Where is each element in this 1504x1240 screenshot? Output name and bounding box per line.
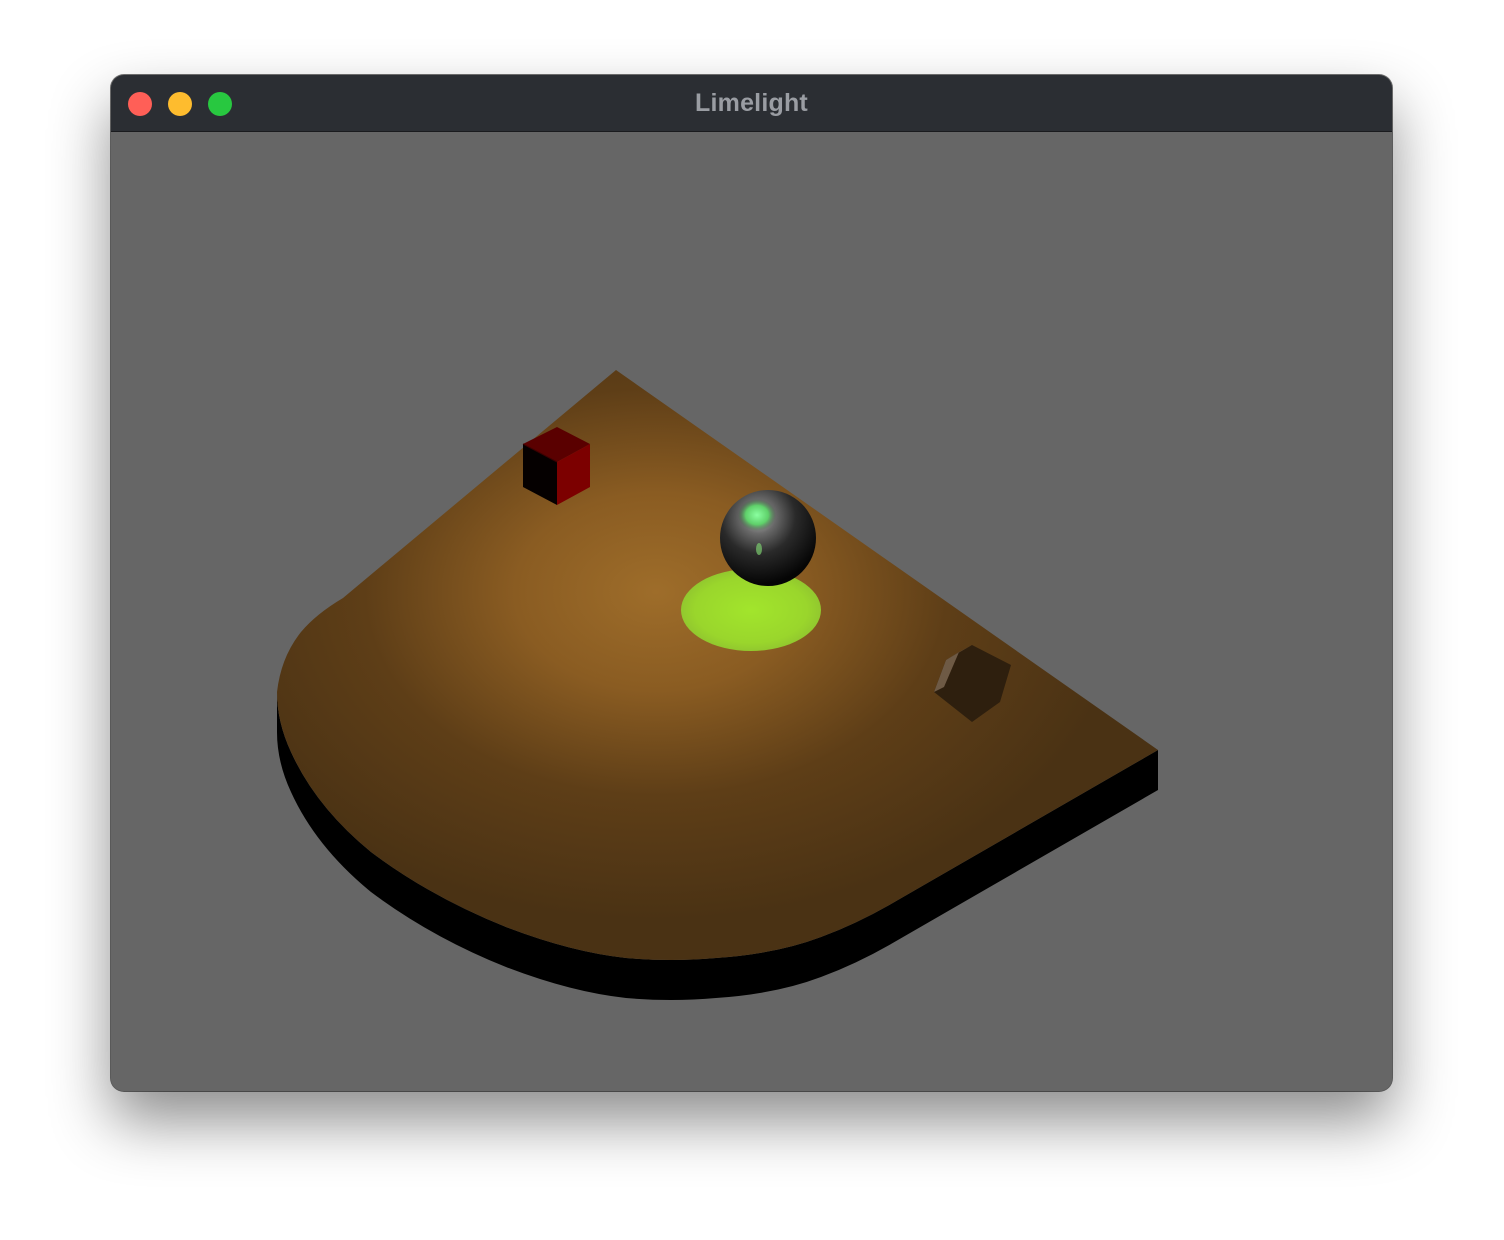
floor bbox=[277, 370, 1158, 960]
app-window: Limelight bbox=[111, 75, 1392, 1091]
scene-canvas[interactable] bbox=[111, 132, 1392, 1091]
window-title: Limelight bbox=[695, 89, 808, 117]
title-bar[interactable]: Limelight bbox=[111, 75, 1392, 132]
3d-viewport[interactable] bbox=[111, 132, 1392, 1091]
glossy-sphere[interactable] bbox=[720, 490, 816, 586]
